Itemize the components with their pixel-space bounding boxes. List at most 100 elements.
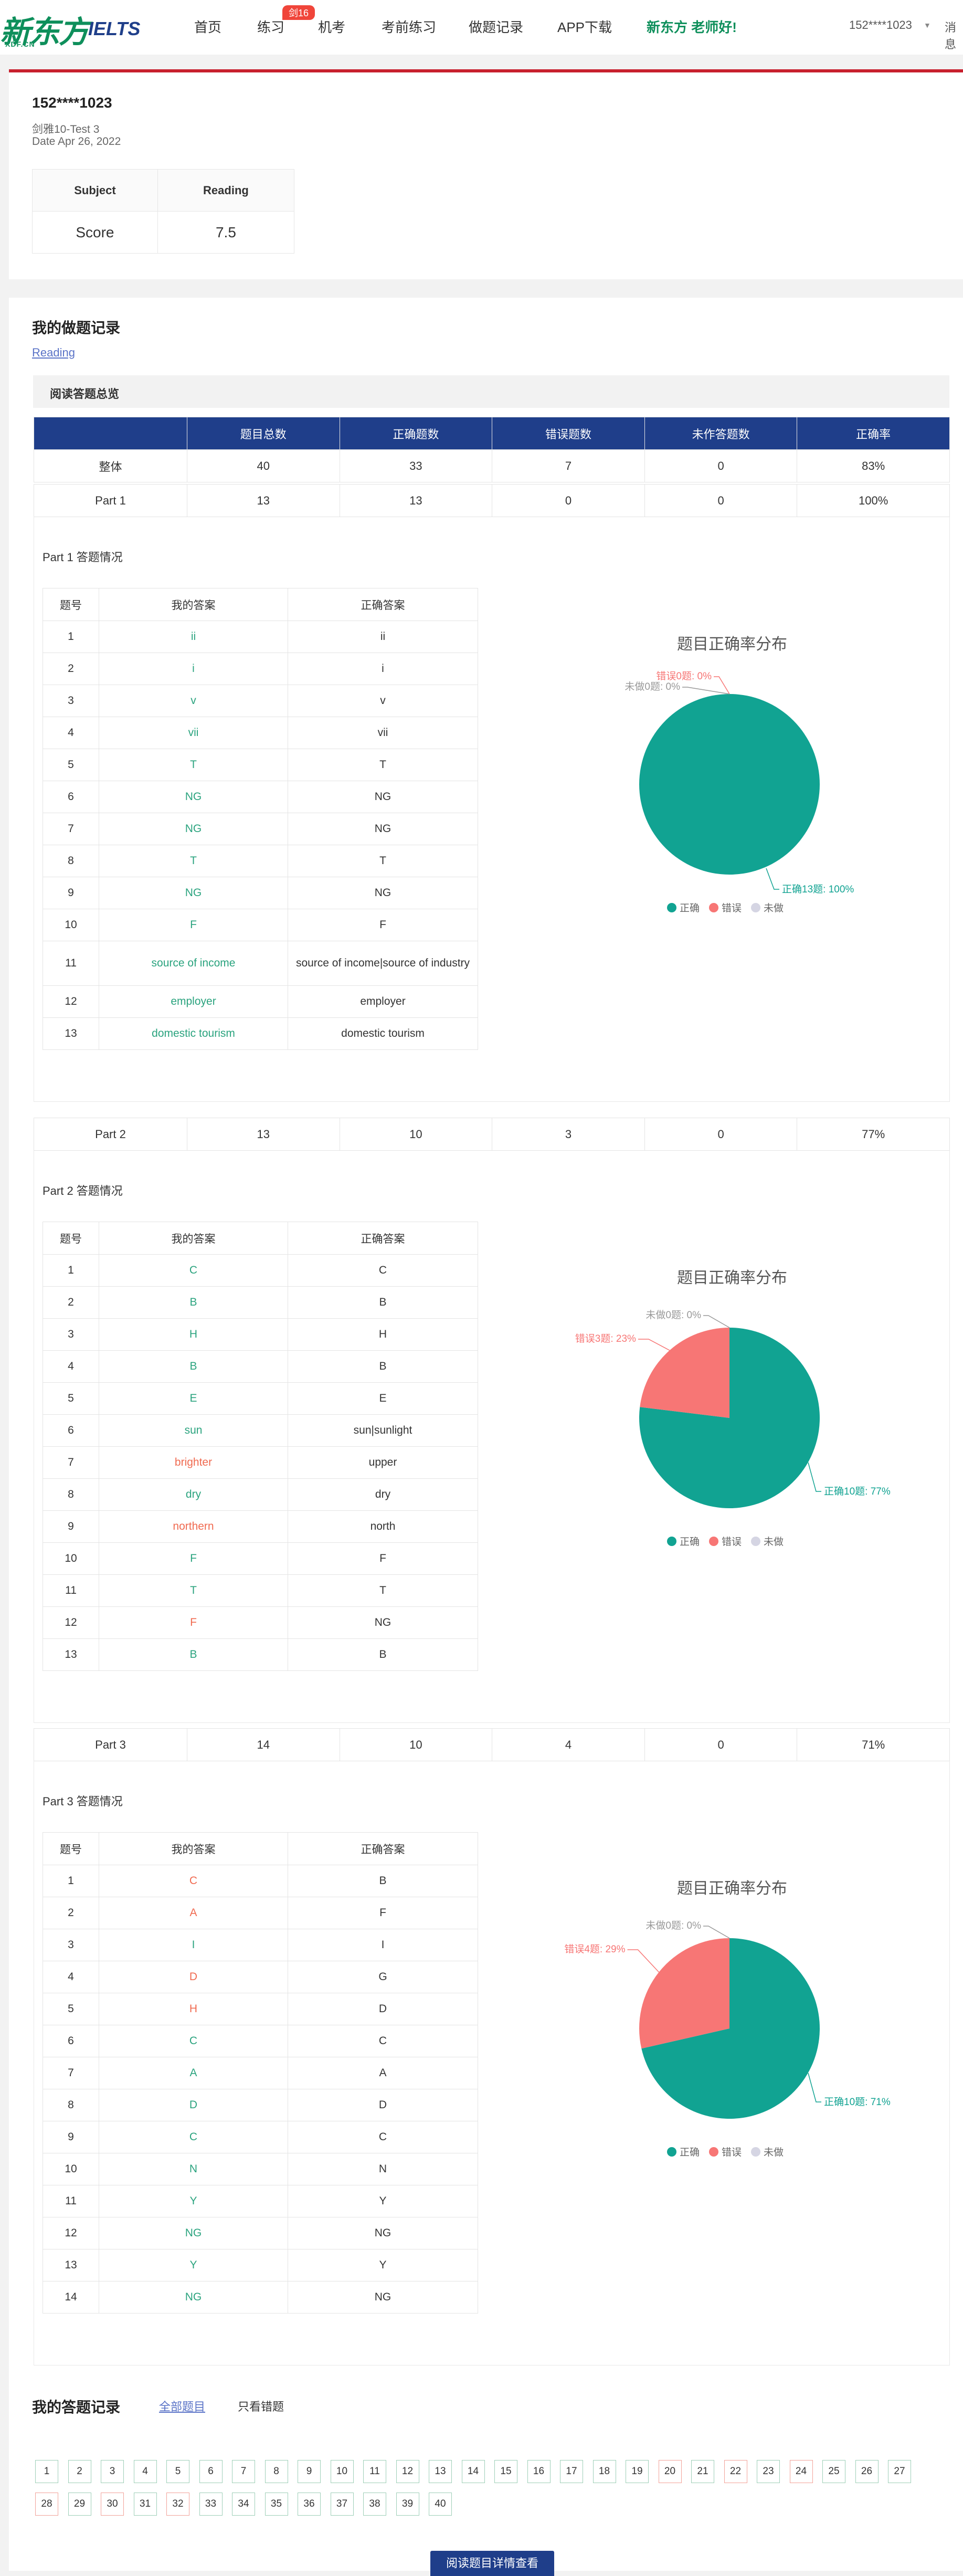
question-button[interactable]: 10 <box>330 2460 354 2483</box>
chevron-down-icon[interactable]: ▼ <box>924 21 931 29</box>
question-button[interactable]: 22 <box>724 2460 747 2483</box>
question-button[interactable]: 25 <box>822 2460 845 2483</box>
question-button[interactable]: 35 <box>264 2493 288 2516</box>
question-number: 11 <box>43 941 99 986</box>
question-button[interactable]: 3 <box>101 2460 124 2483</box>
tab-all-questions[interactable]: 全部题目 <box>159 2398 205 2414</box>
my-answer: I <box>99 1929 288 1961</box>
question-button[interactable]: 6 <box>199 2460 223 2483</box>
nav-practice[interactable]: 练习 <box>257 17 284 36</box>
question-button[interactable]: 5 <box>166 2460 189 2483</box>
question-button[interactable]: 16 <box>527 2460 551 2483</box>
question-button[interactable]: 21 <box>691 2460 714 2483</box>
question-button[interactable]: 20 <box>658 2460 682 2483</box>
correct-answer: NG <box>288 2217 478 2249</box>
question-button[interactable]: 30 <box>101 2493 124 2516</box>
legend-wrong-marker <box>709 1537 718 1546</box>
correct-answer: H <box>288 1318 478 1351</box>
header-my-answer: 我的答案 <box>99 1222 288 1255</box>
question-button[interactable]: 9 <box>298 2460 321 2483</box>
top-navbar: 新东方 XDF.CN IELTS 首页 练习 剑16 机考 考前练习 做题记录 … <box>0 0 963 55</box>
question-button[interactable]: 12 <box>396 2460 419 2483</box>
my-answer: NG <box>99 2217 288 2249</box>
view-details-button[interactable]: 阅读题目详情查看 <box>430 2551 554 2576</box>
table-row: 5EE <box>43 1382 478 1415</box>
question-button[interactable]: 37 <box>330 2493 354 2516</box>
part-correct: 13 <box>339 484 493 517</box>
col-blank <box>34 417 187 450</box>
ielts-brand[interactable]: IELTS <box>88 18 140 40</box>
question-button[interactable]: 19 <box>626 2460 649 2483</box>
messages-link[interactable]: 消息 <box>945 18 963 52</box>
question-button[interactable]: 11 <box>363 2460 386 2483</box>
correct-answer: C <box>288 2025 478 2057</box>
my-answer: C <box>99 2121 288 2153</box>
nav-app-download[interactable]: APP下载 <box>557 17 612 36</box>
question-button[interactable]: 36 <box>298 2493 321 2516</box>
nav-computer-test[interactable]: 机考 <box>318 17 345 36</box>
question-number: 5 <box>43 1993 99 2025</box>
question-button[interactable]: 15 <box>494 2460 517 2483</box>
question-button[interactable]: 17 <box>560 2460 583 2483</box>
question-number: 8 <box>43 1478 99 1511</box>
question-button[interactable]: 24 <box>789 2460 813 2483</box>
question-button[interactable]: 1 <box>35 2460 58 2483</box>
part-wrong: 4 <box>492 1728 645 1761</box>
correct-answer: T <box>288 845 478 877</box>
my-answer: vii <box>99 717 288 749</box>
question-button[interactable]: 27 <box>888 2460 911 2483</box>
my-answer: T <box>99 749 288 781</box>
label-correct: 正确10题: 77% <box>824 1486 891 1497</box>
correct-answer: F <box>288 1897 478 1929</box>
my-answer: NG <box>99 877 288 909</box>
legend-correct: 正确 <box>680 2147 700 2158</box>
question-button[interactable]: 18 <box>592 2460 616 2483</box>
user-menu[interactable]: 152****1023 <box>849 18 912 32</box>
part-accuracy: 77% <box>797 1118 950 1151</box>
question-number: 12 <box>43 2217 99 2249</box>
my-answer: employer <box>99 985 288 1018</box>
question-button[interactable]: 38 <box>363 2493 386 2516</box>
question-button[interactable]: 14 <box>461 2460 485 2483</box>
question-button[interactable]: 29 <box>68 2493 91 2516</box>
legend-undone-marker <box>751 903 760 912</box>
part-total: 13 <box>187 484 340 517</box>
question-button[interactable]: 32 <box>166 2493 189 2516</box>
question-button[interactable]: 39 <box>396 2493 419 2516</box>
question-button[interactable]: 31 <box>133 2493 157 2516</box>
question-button[interactable]: 13 <box>429 2460 452 2483</box>
my-answer: B <box>99 1350 288 1383</box>
my-answer: Y <box>99 2249 288 2281</box>
legend-wrong: 错误 <box>722 1536 742 1548</box>
slice-correct[interactable] <box>639 694 820 875</box>
nav-records[interactable]: 做题记录 <box>469 17 523 36</box>
nav-home[interactable]: 首页 <box>194 17 221 36</box>
question-button[interactable]: 4 <box>133 2460 157 2483</box>
correct-answer: NG <box>288 2281 478 2314</box>
question-number: 12 <box>43 1606 99 1639</box>
nav-pretest[interactable]: 考前练习 <box>382 17 436 36</box>
legend-wrong-marker <box>709 2147 718 2157</box>
question-button[interactable]: 23 <box>757 2460 780 2483</box>
question-button[interactable]: 40 <box>429 2493 452 2516</box>
question-button[interactable]: 28 <box>35 2493 58 2516</box>
question-button[interactable]: 26 <box>855 2460 879 2483</box>
table-row: 4DG <box>43 1961 478 1993</box>
question-button[interactable]: 34 <box>232 2493 255 2516</box>
question-number: 10 <box>43 909 99 941</box>
question-button[interactable]: 7 <box>232 2460 255 2483</box>
correct-answer: dry <box>288 1478 478 1511</box>
my-answer: H <box>99 1993 288 2025</box>
question-button[interactable]: 33 <box>199 2493 223 2516</box>
tab-reading[interactable]: Reading <box>32 346 75 360</box>
question-number: 13 <box>43 1017 99 1050</box>
question-button[interactable]: 2 <box>68 2460 91 2483</box>
my-answer: N <box>99 2153 288 2185</box>
correct-answer: D <box>288 2089 478 2121</box>
question-button[interactable]: 8 <box>264 2460 288 2483</box>
legend-correct-marker <box>667 1537 676 1546</box>
tab-wrong-only[interactable]: 只看错题 <box>238 2398 284 2414</box>
question-number: 7 <box>43 1446 99 1479</box>
question-number: 5 <box>43 749 99 781</box>
part-unanswered: 0 <box>644 1118 798 1151</box>
